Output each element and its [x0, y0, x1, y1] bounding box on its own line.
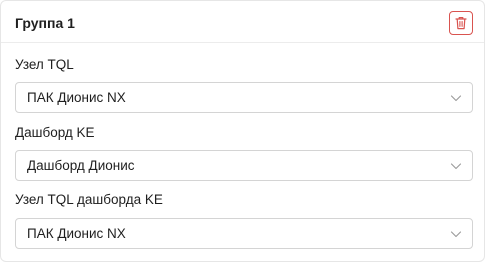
ke-dashboard-tql-node-select[interactable]: ПАК Дионис NX [15, 218, 473, 249]
ke-dashboard-tql-node-select-value: ПАК Дионис NX [27, 226, 126, 241]
tql-node-label: Узел TQL [15, 57, 74, 72]
ke-dashboard-select[interactable]: Дашборд Дионис [15, 150, 473, 181]
trash-icon [455, 17, 467, 30]
ke-dashboard-tql-node-label: Узел TQL дашборда KE [15, 192, 163, 207]
tql-node-select-value: ПАК Дионис NX [27, 90, 126, 105]
group-title: Группа 1 [15, 15, 75, 31]
delete-group-button[interactable] [449, 11, 473, 35]
chevron-down-icon [450, 231, 462, 238]
chevron-down-icon [450, 163, 462, 170]
tql-node-select[interactable]: ПАК Дионис NX [15, 82, 473, 113]
chevron-down-icon [450, 95, 462, 102]
group-header: Группа 1 [1, 1, 484, 43]
ke-dashboard-select-value: Дашборд Дионис [27, 158, 135, 173]
group-card: Группа 1 Узел TQL ПАК Дионис NX Дашборд … [0, 0, 485, 262]
ke-dashboard-label: Дашборд KE [15, 125, 95, 140]
